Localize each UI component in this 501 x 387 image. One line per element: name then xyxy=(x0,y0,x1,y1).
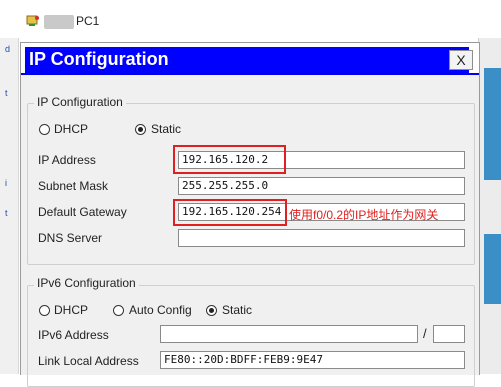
dialog-title: IP Configuration xyxy=(29,49,169,69)
ipv4-dhcp-label: DHCP xyxy=(54,122,89,136)
ip-configuration-dialog: IP Configuration X IP Configuration DHCP… xyxy=(20,42,480,387)
window-title: PC1 xyxy=(76,14,100,28)
ip-address-highlight xyxy=(173,145,286,174)
ipv6-dhcp-radio[interactable] xyxy=(39,305,50,316)
ipv6-prefix-input[interactable] xyxy=(433,325,465,343)
subnet-mask-label: Subnet Mask xyxy=(38,179,109,193)
ipv4-dhcp-radio[interactable] xyxy=(39,124,50,135)
ipv6-address-label: IPv6 Address xyxy=(38,328,109,342)
ipv4-static-label: Static xyxy=(151,122,182,136)
ipv6-group-label: IPv6 Configuration xyxy=(34,276,139,290)
link-local-address-input[interactable]: FE80::20D:BDFF:FEB9:9E47 xyxy=(160,351,465,369)
ipv6-auto-config-label: Auto Config xyxy=(129,303,192,317)
window-titlebar: PC1 xyxy=(0,0,501,38)
ipv6-address-input[interactable] xyxy=(160,325,418,343)
dns-server-input[interactable] xyxy=(178,229,465,247)
ip-address-label: IP Address xyxy=(38,153,96,167)
background-panel xyxy=(484,68,501,180)
subnet-mask-input[interactable]: 255.255.255.0 xyxy=(178,177,465,195)
ipv6-static-label: Static xyxy=(222,303,253,317)
background-panel xyxy=(484,234,501,304)
pc-app-icon xyxy=(26,15,39,26)
prefix-separator: / xyxy=(423,326,427,341)
ipv6-auto-config-radio[interactable] xyxy=(113,305,124,316)
ipv6-static-radio[interactable] xyxy=(206,305,217,316)
ipv6-dhcp-label: DHCP xyxy=(54,303,89,317)
default-gateway-label: Default Gateway xyxy=(38,205,127,219)
redacted-text xyxy=(44,15,74,29)
gateway-annotation: 使用f0/0.2的IP地址作为网关 xyxy=(289,208,439,222)
dialog-header: IP Configuration X xyxy=(21,43,479,75)
background-app-left: d t i t xyxy=(0,38,19,374)
ipv4-group-label: IP Configuration xyxy=(34,95,126,109)
default-gateway-highlight xyxy=(173,199,287,226)
dns-server-label: DNS Server xyxy=(38,231,103,245)
close-button[interactable]: X xyxy=(449,50,473,70)
link-local-address-label: Link Local Address xyxy=(38,354,139,368)
ipv4-static-radio[interactable] xyxy=(135,124,146,135)
